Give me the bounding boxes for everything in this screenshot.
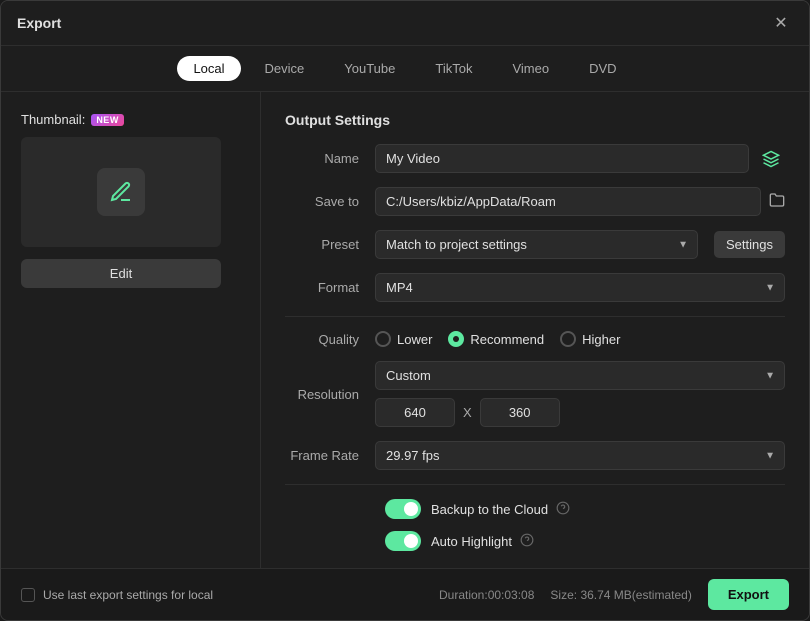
ai-icon[interactable] — [757, 145, 785, 173]
bottom-bar: Use last export settings for local Durat… — [1, 568, 809, 620]
auto-highlight-label: Auto Highlight — [431, 534, 512, 549]
size-label: Size: — [550, 588, 577, 602]
last-export-check: Use last export settings for local — [21, 588, 213, 602]
save-to-row: Save to — [285, 187, 785, 216]
title-bar: Export ✕ — [1, 1, 809, 46]
output-settings-title: Output Settings — [285, 112, 785, 128]
folder-icon[interactable] — [769, 192, 785, 211]
save-to-input[interactable] — [375, 187, 761, 216]
preset-label: Preset — [285, 237, 375, 252]
close-button[interactable]: ✕ — [769, 11, 793, 35]
bottom-info: Duration:00:03:08 Size: 36.74 MB(estimat… — [439, 579, 789, 610]
main-content: Thumbnail: NEW Edit Output Settings Name — [1, 92, 809, 568]
quality-higher[interactable]: Higher — [560, 331, 620, 347]
duration-label: Duration: — [439, 588, 488, 602]
preset-select[interactable]: Match to project settings — [375, 230, 698, 259]
thumbnail-label: Thumbnail: NEW — [21, 112, 124, 127]
auto-highlight-toggle-knob — [404, 534, 418, 548]
frame-rate-select[interactable]: 29.97 fps — [375, 441, 785, 470]
quality-options: Lower Recommend Higher — [375, 331, 620, 347]
name-row: Name — [285, 144, 785, 173]
quality-row: Quality Lower Recommend Higher — [285, 331, 785, 347]
new-badge: NEW — [91, 114, 124, 126]
resolution-width-input[interactable] — [375, 398, 455, 427]
save-to-input-group — [375, 187, 785, 216]
thumbnail-icon — [97, 168, 145, 216]
settings-button[interactable]: Settings — [714, 231, 785, 258]
backup-help-icon[interactable] — [556, 501, 570, 518]
resolution-select[interactable]: Custom — [375, 361, 785, 390]
auto-highlight-help-icon[interactable] — [520, 533, 534, 550]
backup-label: Backup to the Cloud — [431, 502, 548, 517]
tab-device[interactable]: Device — [249, 56, 321, 81]
name-input[interactable] — [375, 144, 749, 173]
preset-select-wrapper: Match to project settings ▼ — [375, 230, 698, 259]
quality-lower[interactable]: Lower — [375, 331, 432, 347]
tab-youtube[interactable]: YouTube — [328, 56, 411, 81]
size-value: 36.74 MB(estimated) — [580, 588, 691, 602]
format-label: Format — [285, 280, 375, 295]
last-export-checkbox[interactable] — [21, 588, 35, 602]
frame-rate-select-wrapper: 29.97 fps ▼ — [375, 441, 785, 470]
export-window: Export ✕ Local Device YouTube TikTok Vim… — [0, 0, 810, 621]
last-export-label: Use last export settings for local — [43, 588, 213, 602]
right-panel: Output Settings Name Save — [261, 92, 809, 568]
tab-bar: Local Device YouTube TikTok Vimeo DVD — [1, 46, 809, 92]
frame-rate-label: Frame Rate — [285, 448, 375, 463]
resolution-select-wrap: Custom ▼ — [375, 361, 785, 390]
preset-row: Preset Match to project settings ▼ Setti… — [285, 230, 785, 259]
backup-toggle[interactable] — [385, 499, 421, 519]
resolution-row: Resolution Custom ▼ X — [285, 361, 785, 427]
resolution-label: Resolution — [285, 387, 375, 402]
radio-recommend — [448, 331, 464, 347]
format-select-wrapper: MP4 ▼ — [375, 273, 785, 302]
size-text: Size: 36.74 MB(estimated) — [550, 588, 691, 602]
duration-text: Duration:00:03:08 — [439, 588, 534, 602]
tab-dvd[interactable]: DVD — [573, 56, 632, 81]
tab-tiktok[interactable]: TikTok — [419, 56, 488, 81]
thumbnail-preview — [21, 137, 221, 247]
resolution-x-label: X — [463, 405, 472, 420]
format-select[interactable]: MP4 — [375, 273, 785, 302]
thumbnail-label-text: Thumbnail: — [21, 112, 85, 127]
auto-highlight-row: Auto Highlight — [385, 531, 785, 551]
edit-button[interactable]: Edit — [21, 259, 221, 288]
duration-value: 00:03:08 — [488, 588, 535, 602]
export-button[interactable]: Export — [708, 579, 789, 610]
resolution-xy: X — [375, 398, 560, 427]
auto-highlight-toggle[interactable] — [385, 531, 421, 551]
backup-toggle-knob — [404, 502, 418, 516]
quality-higher-label: Higher — [582, 332, 620, 347]
quality-lower-label: Lower — [397, 332, 432, 347]
format-row: Format MP4 ▼ — [285, 273, 785, 302]
save-to-label: Save to — [285, 194, 375, 209]
radio-lower — [375, 331, 391, 347]
quality-label: Quality — [285, 332, 375, 347]
window-title: Export — [17, 15, 61, 31]
backup-row: Backup to the Cloud — [385, 499, 785, 519]
name-input-group — [375, 144, 785, 173]
divider-2 — [285, 484, 785, 485]
resolution-height-input[interactable] — [480, 398, 560, 427]
quality-recommend[interactable]: Recommend — [448, 331, 544, 347]
tab-local[interactable]: Local — [177, 56, 240, 81]
quality-recommend-label: Recommend — [470, 332, 544, 347]
left-panel: Thumbnail: NEW Edit — [1, 92, 261, 568]
resolution-inputs: Custom ▼ X — [375, 361, 785, 427]
frame-rate-row: Frame Rate 29.97 fps ▼ — [285, 441, 785, 470]
name-label: Name — [285, 151, 375, 166]
radio-higher — [560, 331, 576, 347]
tab-vimeo[interactable]: Vimeo — [496, 56, 565, 81]
divider-1 — [285, 316, 785, 317]
